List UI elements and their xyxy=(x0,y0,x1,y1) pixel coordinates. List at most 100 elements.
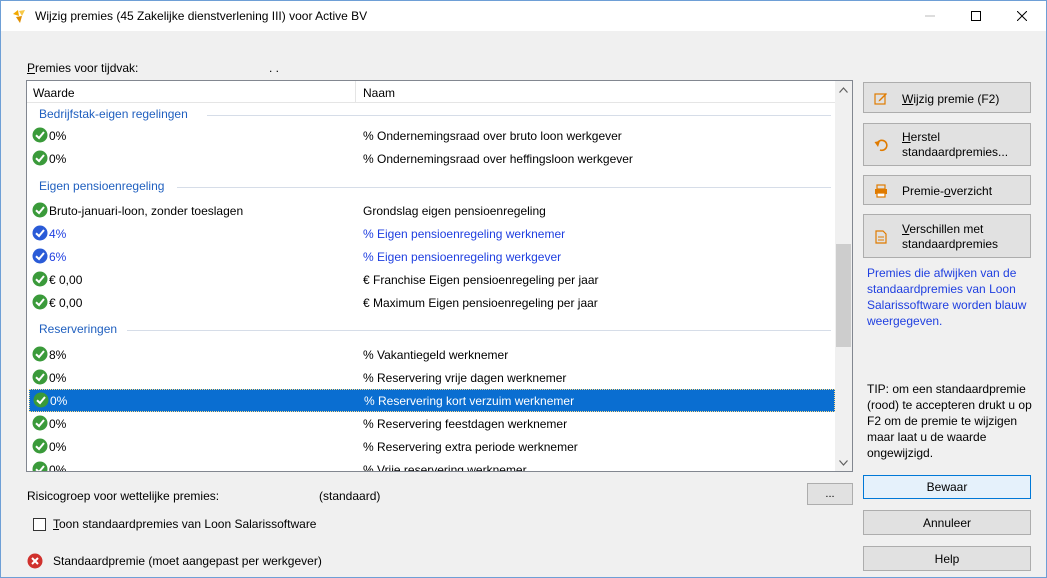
row-naam: € Maximum Eigen pensioenregeling per jaa… xyxy=(363,296,598,310)
chevron-up-icon xyxy=(839,86,848,93)
herstel-label-line2: standaardpremies... xyxy=(902,145,1009,159)
table-row[interactable]: 0% % Ondernemingsraad over bruto loon we… xyxy=(27,124,835,147)
wijzig-accel: W xyxy=(902,92,914,106)
risicogroep-browse-button[interactable]: ... xyxy=(807,483,853,505)
group-divider xyxy=(207,115,831,116)
row-waarde: 4% xyxy=(49,227,67,241)
column-header-waarde[interactable]: Waarde xyxy=(33,86,75,100)
row-waarde: 0% xyxy=(49,463,67,471)
help-button[interactable]: Help xyxy=(863,546,1031,571)
verschillen-label-line2: standaardpremies xyxy=(902,237,999,251)
tijdvak-label-text: remies voor tijdvak: xyxy=(35,61,139,75)
row-waarde: 0% xyxy=(49,417,67,431)
scroll-up-button[interactable] xyxy=(835,81,852,98)
check-green-icon xyxy=(32,202,48,218)
herstel-label-line1: Herstel xyxy=(902,130,940,144)
window-title: Wijzig premies (45 Zakelijke dienstverle… xyxy=(35,9,368,23)
overzicht-rest: verzicht xyxy=(950,184,993,198)
herstel-text: erstel xyxy=(910,130,941,144)
toon-standaardpremies-checkbox[interactable] xyxy=(33,518,46,531)
printer-icon xyxy=(875,184,887,198)
row-naam: Grondslag eigen pensioenregeling xyxy=(363,204,546,218)
row-waarde: 0% xyxy=(49,440,67,454)
group-divider xyxy=(127,330,831,331)
verschillen-text: erschillen met xyxy=(909,222,984,236)
group-label: Reserveringen xyxy=(39,322,122,336)
toon-text: oon standaardpremies van Loon Salarissof… xyxy=(59,517,317,531)
row-naam: % Ondernemingsraad over bruto loon werkg… xyxy=(363,129,622,143)
document-icon xyxy=(875,230,887,244)
check-green-icon xyxy=(32,369,48,385)
herstel-accel: H xyxy=(902,130,911,144)
row-naam: % Vakantiegeld werknemer xyxy=(363,348,509,362)
list-rows: Bedrijfstak-eigen regelingen 0% % Ondern… xyxy=(27,104,835,471)
row-waarde: 0% xyxy=(49,371,67,385)
minimize-button[interactable] xyxy=(907,1,953,31)
maximize-button[interactable] xyxy=(953,1,999,31)
table-row[interactable]: 6% % Eigen pensioenregeling werkgever xyxy=(27,245,835,268)
vertical-scrollbar[interactable] xyxy=(835,81,852,471)
row-naam: % Eigen pensioenregeling werkgever xyxy=(363,250,562,264)
undo-icon xyxy=(874,139,888,152)
check-blue-icon xyxy=(32,248,48,264)
close-button[interactable] xyxy=(999,1,1045,31)
premie-overzicht-button[interactable]: Premie-overzicht xyxy=(863,175,1031,205)
wijzig-text: ijzig premie (F2) xyxy=(913,92,1000,106)
check-green-icon xyxy=(32,150,48,166)
overzicht-pre: Premie- xyxy=(902,184,945,198)
dialog-window: Wijzig premies (45 Zakelijke dienstverle… xyxy=(0,0,1047,578)
tijdvak-value: . . xyxy=(269,61,280,75)
row-waarde: € 0,00 xyxy=(49,296,83,310)
row-naam: % Ondernemingsraad over heffingsloon wer… xyxy=(363,152,633,166)
bewaar-button[interactable]: Bewaar xyxy=(863,475,1031,499)
premies-list[interactable]: Waarde Naam Bedrijfstak-eigen regelingen… xyxy=(26,80,853,472)
chevron-down-icon xyxy=(839,459,848,466)
row-naam: % Reservering feestdagen werknemer xyxy=(363,417,568,431)
annuleer-button[interactable]: Annuleer xyxy=(863,510,1031,535)
info-blue-text: Premies die afwijken van de standaardpre… xyxy=(867,266,1027,328)
table-row[interactable]: Bruto-januari-loon, zonder toeslagen Gro… xyxy=(27,199,835,222)
column-header-naam[interactable]: Naam xyxy=(363,86,395,100)
close-icon xyxy=(1017,11,1027,21)
table-row[interactable]: 0% % Ondernemingsraad over heffingsloon … xyxy=(27,147,835,170)
column-divider[interactable] xyxy=(355,81,356,103)
table-row-selected[interactable]: 0% % Reservering kort verzuim werknemer xyxy=(29,389,835,412)
group-header: Eigen pensioenregeling xyxy=(27,178,835,196)
verschillen-button[interactable]: Verschillen met standaardpremies xyxy=(863,214,1031,258)
risicogroep-value: (standaard) xyxy=(319,489,381,503)
row-waarde: 6% xyxy=(49,250,67,264)
row-waarde: 0% xyxy=(50,394,68,408)
legend-text: Standaardpremie (moet aangepast per werk… xyxy=(53,554,322,568)
maximize-icon xyxy=(971,11,981,21)
scroll-thumb[interactable] xyxy=(836,244,851,347)
table-row[interactable]: 4% % Eigen pensioenregeling werknemer xyxy=(27,222,835,245)
error-red-icon xyxy=(27,553,43,569)
wijzig-premie-button[interactable]: Wijzig premie (F2) xyxy=(863,82,1031,113)
check-green-icon xyxy=(32,271,48,287)
scroll-down-button[interactable] xyxy=(835,454,852,471)
minimize-icon xyxy=(925,15,935,17)
toon-standaardpremies-label[interactable]: Toon standaardpremies van Loon Salarisso… xyxy=(53,517,316,531)
row-naam: % Reservering extra periode werknemer xyxy=(363,440,578,454)
group-divider xyxy=(177,187,831,188)
premie-overzicht-label: Premie-overzicht xyxy=(902,184,992,198)
risicogroep-label: Risicogroep voor wettelijke premies: xyxy=(27,489,220,503)
check-blue-icon xyxy=(32,225,48,241)
table-row[interactable]: € 0,00 € Maximum Eigen pensioenregeling … xyxy=(27,291,835,314)
row-waarde: Bruto-januari-loon, zonder toeslagen xyxy=(49,204,244,218)
table-row[interactable]: 0% % Reservering extra periode werknemer xyxy=(27,435,835,458)
table-row[interactable]: € 0,00 € Franchise Eigen pensioenregelin… xyxy=(27,268,835,291)
table-row[interactable]: 8% % Vakantiegeld werknemer xyxy=(27,343,835,366)
table-row[interactable]: 0% % Reservering vrije dagen werknemer xyxy=(27,366,835,389)
row-waarde: 0% xyxy=(49,129,67,143)
group-header: Bedrijfstak-eigen regelingen xyxy=(27,106,835,124)
tijdvak-accel: P xyxy=(27,61,36,75)
table-row[interactable]: 0% % Reservering feestdagen werknemer xyxy=(27,412,835,435)
check-green-icon xyxy=(32,127,48,143)
table-row[interactable]: 0% % Vrije reservering werknemer xyxy=(27,458,835,471)
check-green-icon xyxy=(32,461,48,471)
check-green-icon xyxy=(32,415,48,431)
title-bar: Wijzig premies (45 Zakelijke dienstverle… xyxy=(1,1,1046,31)
herstel-standaardpremies-button[interactable]: Herstel standaardpremies... xyxy=(863,123,1031,166)
info-tip-text: TIP: om een standaardpremie (rood) te ac… xyxy=(867,382,1032,460)
